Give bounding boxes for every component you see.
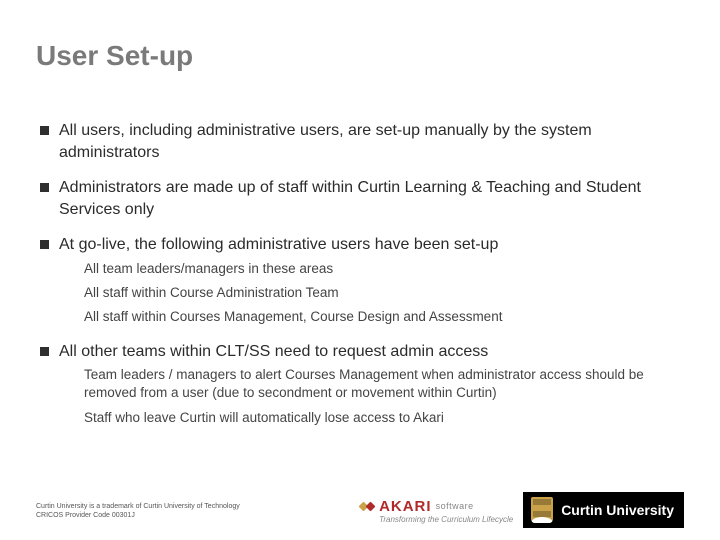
bullet-text: At go-live, the following administrative… xyxy=(59,234,498,256)
akari-icon xyxy=(357,497,377,517)
slide-content: All users, including administrative user… xyxy=(36,120,684,427)
bullet-text: All other teams within CLT/SS need to re… xyxy=(59,341,488,363)
sub-bullet-text: All staff within Course Administration T… xyxy=(84,284,684,302)
sub-bullet-text: Staff who leave Curtin will automaticall… xyxy=(84,409,684,427)
bullet-icon xyxy=(40,183,49,192)
sub-bullet-text: All staff within Courses Management, Cou… xyxy=(84,308,684,326)
akari-tagline: Transforming the Curriculum Lifecycle xyxy=(379,516,513,524)
curtin-name: Curtin University xyxy=(561,502,674,518)
shield-icon xyxy=(531,497,553,523)
sub-bullet-text: All team leaders/managers in these areas xyxy=(84,260,684,278)
slide-title: User Set-up xyxy=(36,40,684,72)
bullet-icon xyxy=(40,126,49,135)
curtin-logo: Curtin University xyxy=(523,492,684,528)
sub-bullet-group: Team leaders / managers to alert Courses… xyxy=(84,366,684,427)
sub-bullet-group: All team leaders/managers in these areas… xyxy=(84,260,684,327)
akari-software-label: software xyxy=(436,502,474,511)
bullet-item: Administrators are made up of staff with… xyxy=(40,177,684,220)
trademark-text: Curtin University is a trademark of Curt… xyxy=(36,502,240,511)
bullet-icon xyxy=(40,240,49,249)
akari-logo: AKARI software Transforming the Curricul… xyxy=(357,497,513,524)
bullet-text: All users, including administrative user… xyxy=(59,120,684,163)
footer-fineprint: Curtin University is a trademark of Curt… xyxy=(36,502,240,520)
bullet-item: All users, including administrative user… xyxy=(40,120,684,163)
slide: User Set-up All users, including adminis… xyxy=(0,0,720,540)
bullet-item: All other teams within CLT/SS need to re… xyxy=(40,341,684,363)
cricos-text: CRICOS Provider Code 00301J xyxy=(36,511,240,520)
sub-bullet-text: Team leaders / managers to alert Courses… xyxy=(84,366,684,402)
footer-logos: AKARI software Transforming the Curricul… xyxy=(357,492,684,528)
bullet-icon xyxy=(40,347,49,356)
slide-footer: Curtin University is a trademark of Curt… xyxy=(36,480,684,520)
bullet-item: At go-live, the following administrative… xyxy=(40,234,684,256)
bullet-text: Administrators are made up of staff with… xyxy=(59,177,684,220)
akari-name: AKARI xyxy=(379,499,432,514)
